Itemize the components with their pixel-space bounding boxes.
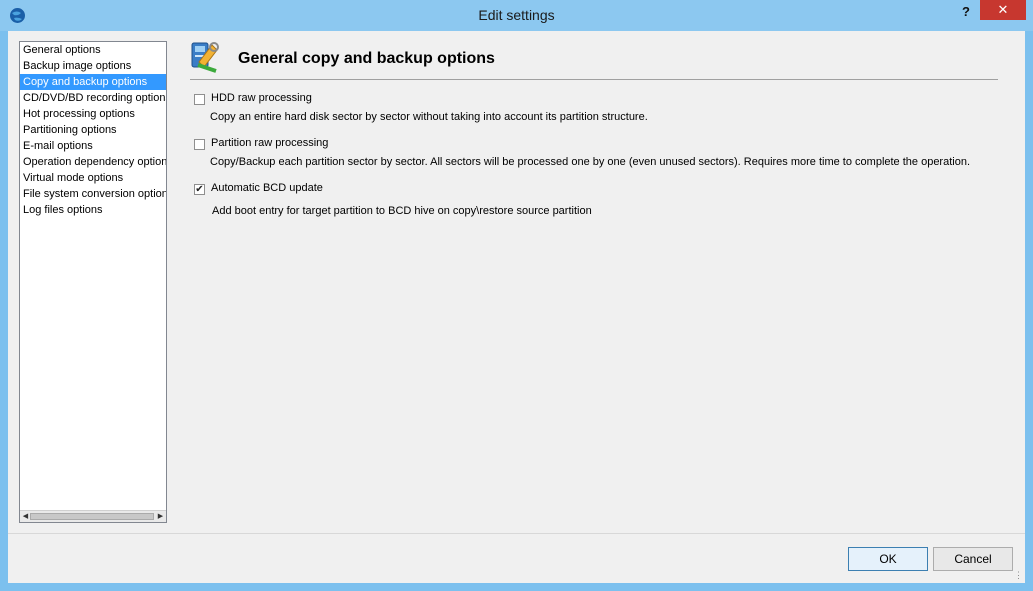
automatic-bcd-description: Add boot entry for target partition to B… [212,205,592,217]
ok-button[interactable]: OK [848,547,928,571]
help-button[interactable]: ? [952,2,980,22]
resize-grip-icon[interactable]: ⋮ [1014,570,1023,581]
category-item[interactable]: Partitioning options [20,122,166,138]
dialog-client-area: General options Backup image options Copy … [8,31,1025,583]
partition-raw-checkbox[interactable] [194,139,205,150]
header-divider [190,79,998,80]
category-items: General options Backup image options Copy … [20,42,166,218]
scroll-left-icon[interactable]: ◀ [21,512,30,521]
category-item[interactable]: Copy and backup options [20,74,166,90]
category-item[interactable]: E-mail options [20,138,166,154]
footer-divider [8,533,1025,534]
hdd-raw-label[interactable]: HDD raw processing [211,92,312,104]
category-item[interactable]: Virtual mode options [20,170,166,186]
window-title: Edit settings [478,7,555,23]
automatic-bcd-label[interactable]: Automatic BCD update [211,182,323,194]
page-title: General copy and backup options [238,50,495,67]
category-item[interactable]: Hot processing options [20,106,166,122]
partition-raw-description: Copy/Backup each partition sector by sec… [210,156,971,168]
title-bar[interactable]: Edit settings ? ✕ [0,0,1033,31]
options-panel: General copy and backup options HDD raw … [190,39,998,239]
hdd-raw-description: Copy an entire hard disk sector by secto… [210,111,648,123]
hdd-raw-checkbox[interactable] [194,94,205,105]
scrollbar-thumb[interactable] [30,513,154,520]
cancel-button[interactable]: Cancel [933,547,1013,571]
category-item[interactable]: Backup image options [20,58,166,74]
category-item[interactable]: General options [20,42,166,58]
close-button[interactable]: ✕ [980,0,1026,20]
settings-category-list[interactable]: General options Backup image options Copy … [19,41,167,523]
automatic-bcd-checkbox[interactable]: ✔ [194,184,205,195]
horizontal-scrollbar[interactable]: ◀ ▶ [20,510,166,522]
category-item[interactable]: CD/DVD/BD recording options [20,90,166,106]
category-item[interactable]: Operation dependency options [20,154,166,170]
category-item[interactable]: Log files options [20,202,166,218]
edit-settings-window: Edit settings ? ✕ General options Backup … [0,0,1033,591]
scroll-right-icon[interactable]: ▶ [156,512,165,521]
partition-raw-label[interactable]: Partition raw processing [211,137,328,149]
category-item[interactable]: File system conversion options [20,186,166,202]
settings-tools-icon [191,42,219,73]
